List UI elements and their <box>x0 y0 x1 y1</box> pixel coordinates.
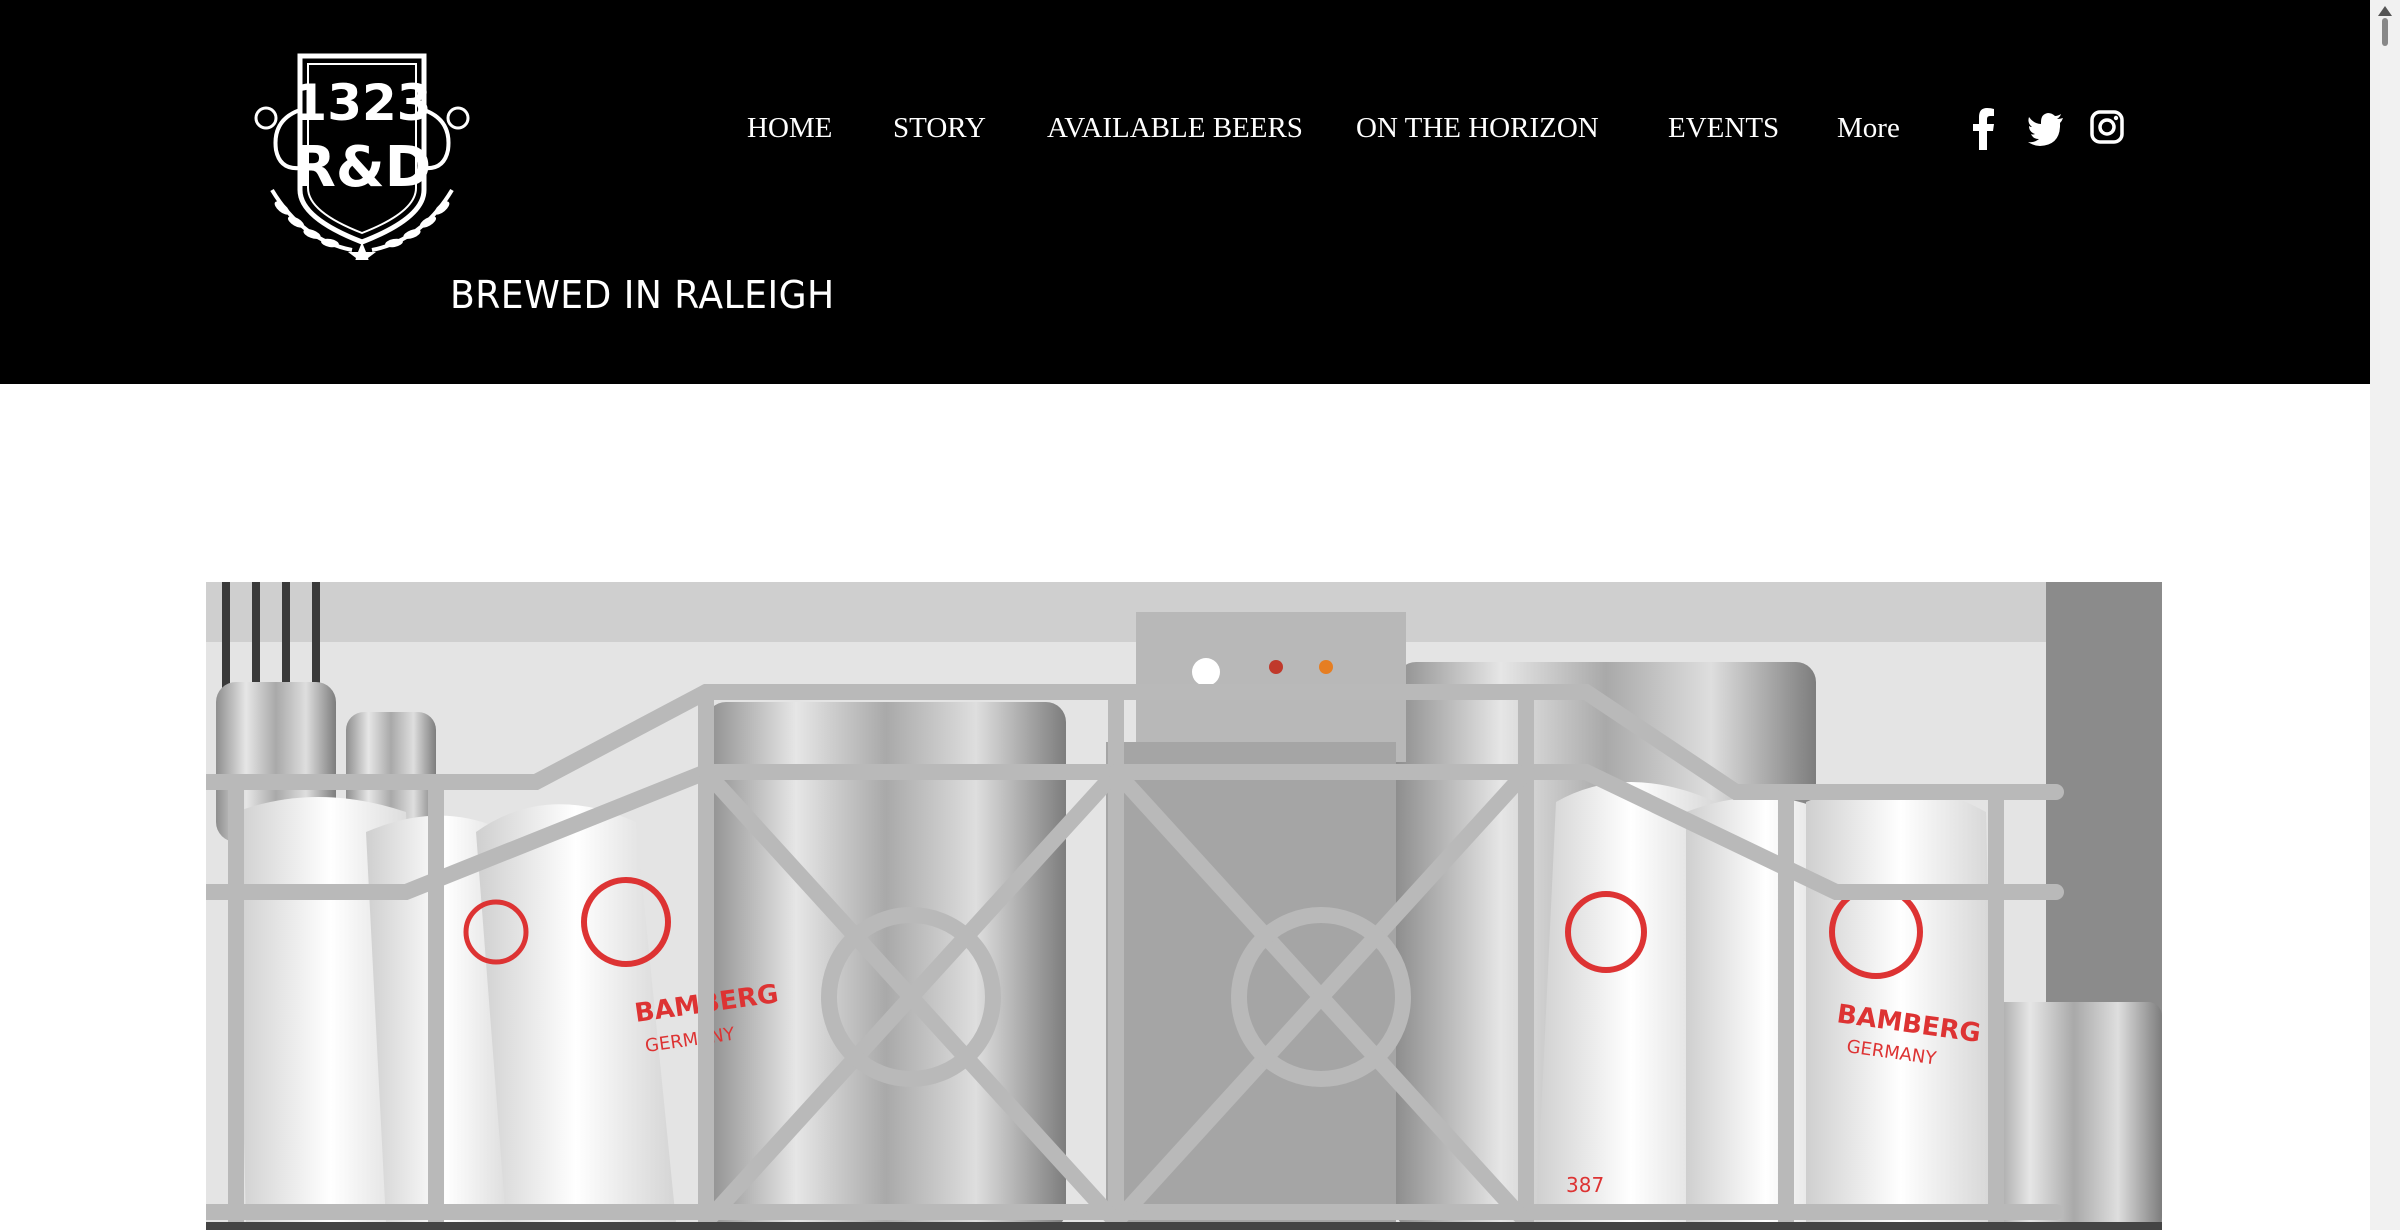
tagline: BREWED IN RALEIGH <box>450 273 835 317</box>
nav-more[interactable]: More <box>1837 106 1900 150</box>
nav-available-beers[interactable]: AVAILABLE BEERS <box>1047 106 1303 150</box>
site-header: 1323 R&D BREWED IN RALEIGH HOME STORY AV… <box>0 0 2370 384</box>
logo-letters: R&D <box>293 135 431 200</box>
nav-events[interactable]: EVENTS <box>1668 106 1779 150</box>
nav-home[interactable]: HOME <box>747 106 832 150</box>
nav-on-the-horizon[interactable]: ON THE HORIZON <box>1356 106 1599 150</box>
twitter-icon[interactable] <box>2028 106 2064 150</box>
nav-story[interactable]: STORY <box>893 106 986 150</box>
logo-number: 1323 <box>292 74 431 132</box>
hero-image: BAMBERG GERMANY BAMBERG GERMANY 387 <box>206 582 2162 1230</box>
instagram-icon[interactable] <box>2090 106 2124 150</box>
brewery-photo: BAMBERG GERMANY BAMBERG GERMANY 387 <box>206 582 2162 1230</box>
bag-label: 387 <box>1566 1173 1604 1197</box>
scroll-up-icon[interactable] <box>2376 4 2394 50</box>
facebook-icon[interactable] <box>1970 106 1996 150</box>
scrollbar[interactable] <box>2370 0 2400 1230</box>
logo[interactable]: 1323 R&D <box>252 50 472 260</box>
